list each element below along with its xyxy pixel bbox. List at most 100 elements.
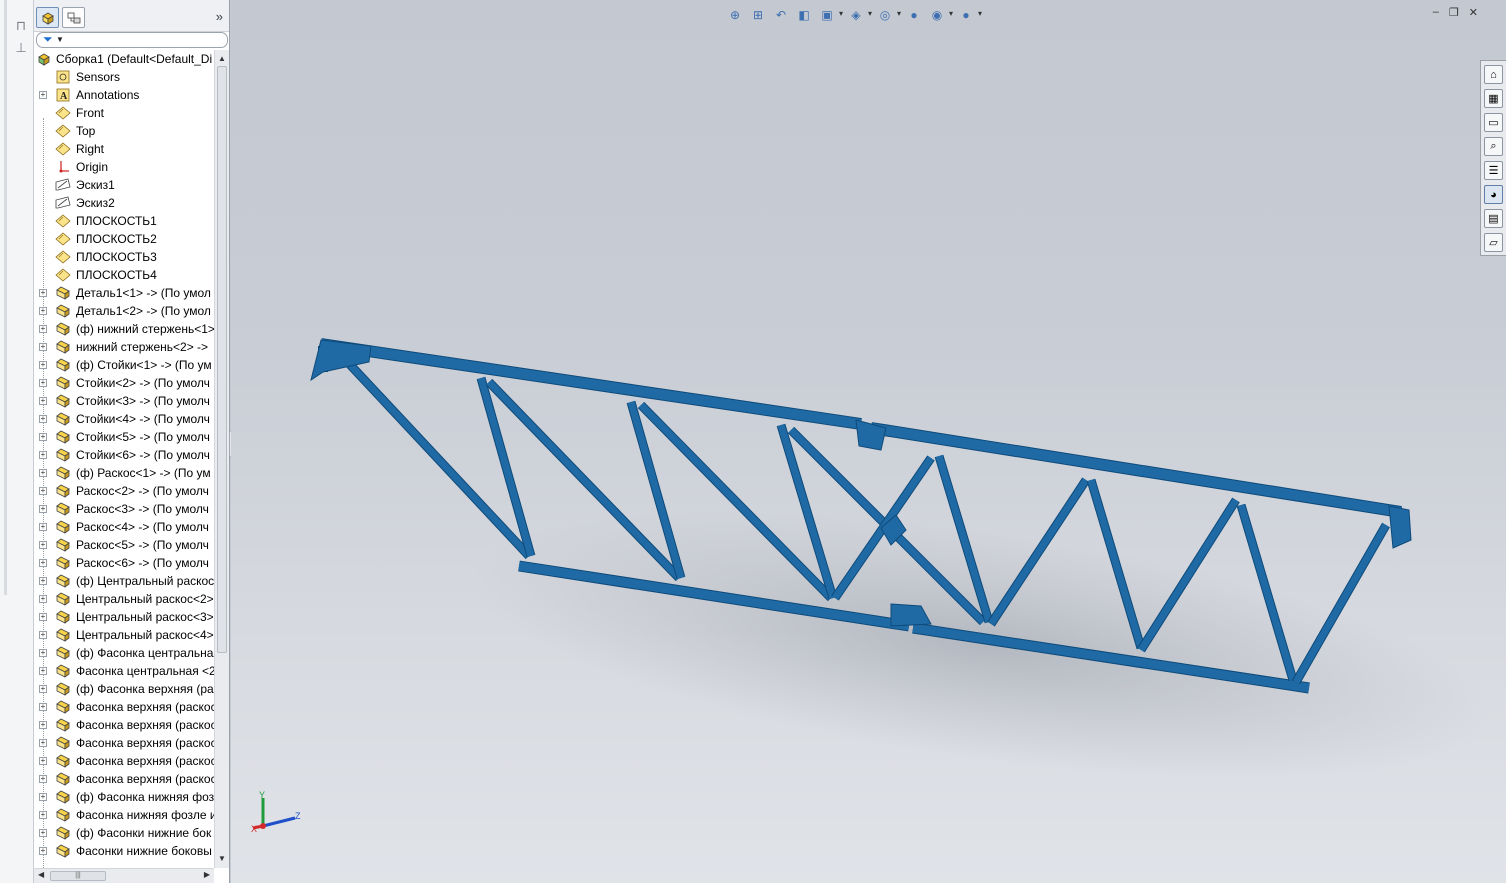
tree-item[interactable]: + Фасонки нижние боковы bbox=[34, 842, 214, 860]
appearances-scenes-icon[interactable]: ◕ bbox=[1484, 185, 1503, 204]
expand-node-icon[interactable]: + bbox=[39, 541, 47, 549]
expand-node-icon[interactable]: + bbox=[39, 649, 47, 657]
web-member-12[interactable] bbox=[1237, 504, 1297, 681]
tree-item[interactable]: Front bbox=[34, 104, 214, 122]
solidworks-resources-icon[interactable]: ⌂ bbox=[1484, 65, 1503, 84]
tree-item[interactable]: + (ф) Фасонка центральная bbox=[34, 644, 214, 662]
tree-item[interactable]: Right bbox=[34, 140, 214, 158]
expand-node-icon[interactable]: + bbox=[39, 487, 47, 495]
expand-node-icon[interactable]: + bbox=[39, 415, 47, 423]
tree-item[interactable]: + (ф) нижний стержень<1> bbox=[34, 320, 214, 338]
tree-item[interactable]: + Центральный раскос<2> bbox=[34, 590, 214, 608]
tree-item[interactable]: + Фасонка верхняя (раскос bbox=[34, 716, 214, 734]
expand-node-icon[interactable]: + bbox=[39, 343, 47, 351]
web-member-9[interactable] bbox=[988, 478, 1089, 626]
tree-item[interactable]: Origin bbox=[34, 158, 214, 176]
section-view-icon[interactable]: ◧ bbox=[795, 6, 813, 24]
file-explorer-icon[interactable]: ▭ bbox=[1484, 113, 1503, 132]
tree-item[interactable]: + Стойки<6> -> (По умолч bbox=[34, 446, 214, 464]
scroll-thumb[interactable] bbox=[217, 66, 227, 653]
close-button[interactable]: ✕ bbox=[1469, 6, 1478, 19]
tree-item[interactable]: + Раскос<6> -> (По умолч bbox=[34, 554, 214, 572]
expand-node-icon[interactable]: + bbox=[39, 775, 47, 783]
tree-item[interactable]: ПЛОСКОСТЬ4 bbox=[34, 266, 214, 284]
expand-node-icon[interactable]: + bbox=[39, 631, 47, 639]
tree-item[interactable]: + Стойки<5> -> (По умолч bbox=[34, 428, 214, 446]
expand-node-icon[interactable]: + bbox=[39, 739, 47, 747]
tree-item[interactable]: + Фасонка центральная <2 bbox=[34, 662, 214, 680]
tree-item[interactable]: ПЛОСКОСТЬ1 bbox=[34, 212, 214, 230]
featuremanager-tab[interactable] bbox=[36, 7, 59, 28]
tree-item[interactable]: + Раскос<2> -> (По умолч bbox=[34, 482, 214, 500]
tree-vertical-scrollbar[interactable]: ▲ ▼ bbox=[214, 50, 229, 868]
web-member-10[interactable] bbox=[1087, 479, 1145, 649]
expand-node-icon[interactable]: + bbox=[39, 847, 47, 855]
filter-dropdown-icon[interactable]: ▼ bbox=[56, 35, 64, 44]
expand-node-icon[interactable]: + bbox=[39, 433, 47, 441]
minimize-button[interactable]: – bbox=[1433, 6, 1439, 19]
edit-appearance-icon[interactable]: ● bbox=[905, 6, 923, 24]
expand-node-icon[interactable]: + bbox=[39, 361, 47, 369]
smartmate-icon[interactable]: ⊓ bbox=[12, 18, 30, 34]
apply-scene-icon[interactable]: ◉ bbox=[928, 6, 953, 24]
view-settings-icon[interactable]: ● bbox=[957, 6, 982, 24]
expand-panel-icon[interactable]: » bbox=[216, 9, 223, 24]
expand-node-icon[interactable]: + bbox=[39, 829, 47, 837]
tree-item[interactable]: + A Annotations bbox=[34, 86, 214, 104]
tree-item[interactable]: + (ф) Раскос<1> -> (По ум bbox=[34, 464, 214, 482]
tree-item[interactable]: + Фасонка верхняя (раскос bbox=[34, 770, 214, 788]
tree-item[interactable]: + Фасонка верхняя (раскос bbox=[34, 698, 214, 716]
zoom-to-area-icon[interactable]: ⊞ bbox=[749, 6, 767, 24]
graphics-area[interactable]: ⊕⊞↶◧▣◈◎●◉● – ❐ ✕ ⌂▦▭⌕☰◕▤▱ Y Z X bbox=[231, 0, 1506, 883]
tree-item[interactable]: Top bbox=[34, 122, 214, 140]
configuration-manager-tab[interactable] bbox=[62, 7, 85, 28]
hide-show-items-icon[interactable]: ◎ bbox=[876, 6, 901, 24]
expand-node-icon[interactable]: + bbox=[39, 721, 47, 729]
tree-item[interactable]: + (ф) Фасонки нижние бок bbox=[34, 824, 214, 842]
expand-node-icon[interactable]: + bbox=[39, 793, 47, 801]
solidworks-forum-icon[interactable]: ▱ bbox=[1484, 233, 1503, 252]
tree-item[interactable]: + Центральный раскос<3> bbox=[34, 608, 214, 626]
web-member-11[interactable] bbox=[1138, 498, 1239, 652]
bottom-splice-plate[interactable] bbox=[890, 603, 932, 627]
tree-item[interactable]: + (ф) Центральный раскос bbox=[34, 572, 214, 590]
expand-node-icon[interactable]: + bbox=[39, 703, 47, 711]
expand-node-icon[interactable]: + bbox=[39, 505, 47, 513]
tree-item[interactable]: + (ф) Фасонка верхняя (рас bbox=[34, 680, 214, 698]
tree-item[interactable]: ПЛОСКОСТЬ2 bbox=[34, 230, 214, 248]
tree-item[interactable]: + (ф) Стойки<1> -> (По ум bbox=[34, 356, 214, 374]
expand-node-icon[interactable]: + bbox=[39, 523, 47, 531]
web-member-13[interactable] bbox=[1292, 523, 1390, 684]
expand-node-icon[interactable]: + bbox=[39, 451, 47, 459]
tree-item[interactable]: + Фасонка верхняя (раскос bbox=[34, 734, 214, 752]
expand-node-icon[interactable]: + bbox=[39, 757, 47, 765]
expand-node-icon[interactable]: + bbox=[39, 667, 47, 675]
tree-horizontal-scrollbar[interactable]: ◀ ||| ▶ bbox=[34, 868, 214, 883]
scroll-right-icon[interactable]: ▶ bbox=[204, 870, 210, 879]
expand-node-icon[interactable]: + bbox=[39, 685, 47, 693]
tree-item[interactable]: + Фасонка нижняя фозле и bbox=[34, 806, 214, 824]
scroll-down-icon[interactable]: ▼ bbox=[215, 852, 229, 866]
tree-item[interactable]: + Раскос<4> -> (По умолч bbox=[34, 518, 214, 536]
expand-node-icon[interactable]: + bbox=[39, 613, 47, 621]
expand-node-icon[interactable]: + bbox=[39, 595, 47, 603]
search-icon[interactable]: ⌕ bbox=[1484, 137, 1503, 156]
top-chord-left[interactable] bbox=[320, 339, 862, 429]
expand-node-icon[interactable]: + bbox=[39, 397, 47, 405]
previous-view-icon[interactable]: ↶ bbox=[772, 6, 790, 24]
expand-node-icon[interactable]: + bbox=[39, 325, 47, 333]
tree-item[interactable]: + (ф) Фасонка нижняя фоз bbox=[34, 788, 214, 806]
expand-node-icon[interactable]: + bbox=[39, 469, 47, 477]
feature-filter-field[interactable]: ⏷ ▼ bbox=[36, 32, 228, 48]
tree-item[interactable]: + нижний стержень<2> -> bbox=[34, 338, 214, 356]
expand-node-icon[interactable]: + bbox=[39, 811, 47, 819]
tree-item[interactable]: + Стойки<3> -> (По умолч bbox=[34, 392, 214, 410]
tree-item[interactable]: + Стойки<2> -> (По умолч bbox=[34, 374, 214, 392]
design-library-icon[interactable]: ▦ bbox=[1484, 89, 1503, 108]
display-style-icon[interactable]: ◈ bbox=[847, 6, 872, 24]
restore-button[interactable]: ❐ bbox=[1449, 6, 1459, 19]
tree-item[interactable]: + Фасонка верхняя (раскос bbox=[34, 752, 214, 770]
tree-item[interactable]: + Деталь1<2> -> (По умол bbox=[34, 302, 214, 320]
expand-node-icon[interactable]: + bbox=[39, 379, 47, 387]
tree-item[interactable]: Эскиз1 bbox=[34, 176, 214, 194]
